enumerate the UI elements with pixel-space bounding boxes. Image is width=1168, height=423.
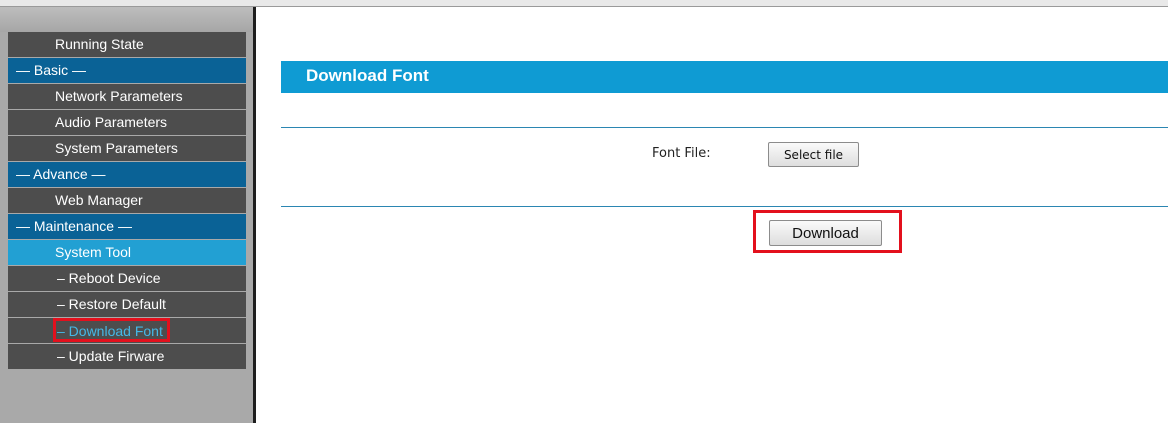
sidebar-header (0, 7, 253, 32)
sidebar-subitem-update-firmware[interactable]: – Update Firware (8, 344, 246, 369)
sidebar-item-audio-parameters[interactable]: Audio Parameters (8, 110, 246, 135)
current-item-highlight: – Download Font (53, 318, 170, 342)
sidebar-subitem-restore-default[interactable]: – Restore Default (8, 292, 246, 317)
sidebar-subitem-reboot-device[interactable]: – Reboot Device (8, 266, 246, 291)
sidebar-subitem-label: – Update Firware (57, 348, 165, 364)
sidebar-item-label: Running State (55, 36, 144, 52)
sidebar-item-label: Network Parameters (55, 88, 183, 104)
sidebar-subitem-label: – Download Font (57, 323, 163, 339)
select-file-button[interactable]: Select file (768, 142, 859, 167)
sidebar-section-advance[interactable]: — Advance — (8, 162, 246, 187)
sidebar-section-maintenance[interactable]: — Maintenance — (8, 214, 246, 239)
divider (281, 206, 1168, 207)
sidebar-section-label: — Advance — (16, 166, 106, 182)
sidebar-item-label: System Tool (55, 244, 131, 260)
sidebar-item-running-state[interactable]: Running State (8, 32, 246, 57)
sidebar-item-network-parameters[interactable]: Network Parameters (8, 84, 246, 109)
sidebar-divider (253, 7, 256, 423)
sidebar-subitem-label: – Restore Default (57, 296, 166, 312)
sidebar-item-label: Audio Parameters (55, 114, 168, 130)
page-title: Download Font (306, 66, 429, 85)
sidebar-section-basic[interactable]: — Basic — (8, 58, 246, 83)
divider (281, 127, 1168, 128)
sidebar-subitem-download-font[interactable]: – Download Font (8, 318, 246, 343)
page-title-bar: Download Font (281, 61, 1168, 93)
sidebar-item-label: Web Manager (55, 192, 143, 208)
sidebar-item-system-tool[interactable]: System Tool (8, 240, 246, 265)
sidebar-menu: Running State — Basic — Network Paramete… (8, 32, 246, 370)
font-file-label: Font File: (652, 146, 711, 161)
sidebar-subitem-label: – Reboot Device (57, 270, 161, 286)
download-button[interactable]: Download (769, 220, 882, 246)
sidebar: Running State — Basic — Network Paramete… (0, 7, 253, 423)
sidebar-section-label: — Basic — (16, 62, 87, 78)
sidebar-item-system-parameters[interactable]: System Parameters (8, 136, 246, 161)
page: Running State — Basic — Network Paramete… (0, 0, 1168, 423)
sidebar-item-label: System Parameters (55, 140, 178, 156)
sidebar-section-label: — Maintenance — (16, 218, 132, 234)
sidebar-item-web-manager[interactable]: Web Manager (8, 188, 246, 213)
top-rule (0, 0, 1168, 7)
